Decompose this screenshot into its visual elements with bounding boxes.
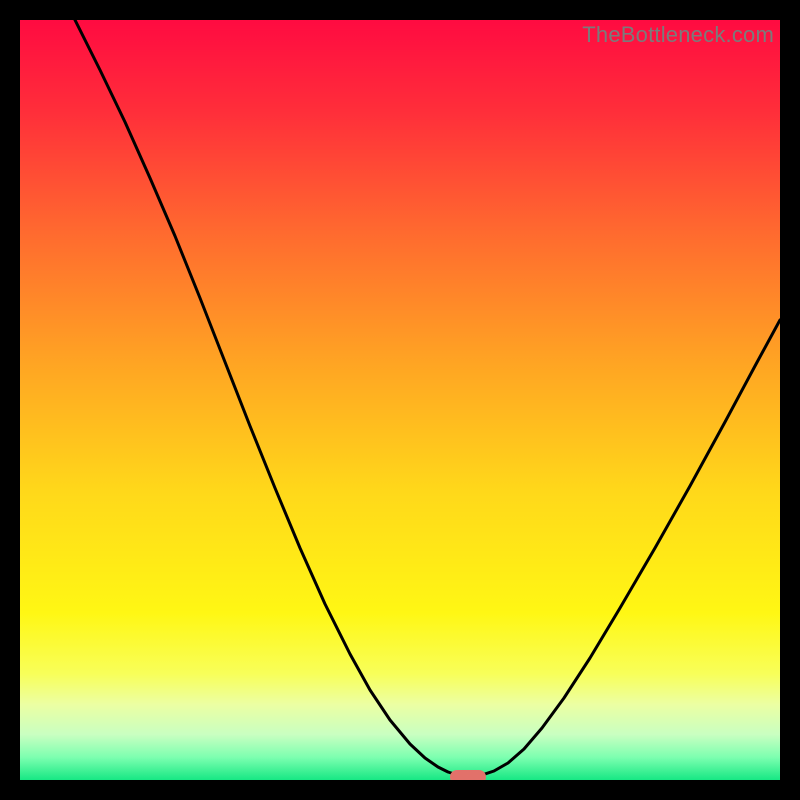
watermark-text: TheBottleneck.com: [582, 22, 774, 48]
gradient-background: [20, 20, 780, 780]
chart-frame: TheBottleneck.com: [20, 20, 780, 780]
optimal-marker: [450, 770, 486, 780]
chart-svg: [20, 20, 780, 780]
